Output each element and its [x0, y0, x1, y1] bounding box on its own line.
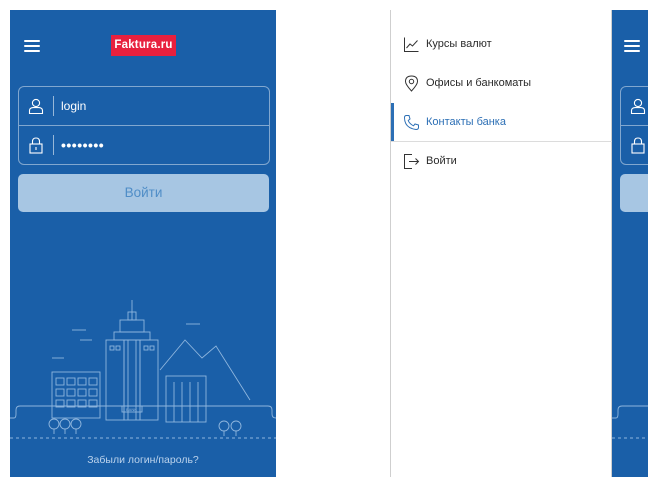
city-illustration-partial	[612, 405, 648, 439]
login-screen: Faktura.ru login •••••••• Войти BANK Заб…	[10, 10, 276, 477]
chart-line-icon	[404, 37, 419, 52]
city-illustration: BANK	[10, 300, 276, 439]
login-screen-partial	[612, 10, 648, 477]
side-menu: Курсы валют Офисы и банкоматы Контакты б…	[390, 10, 612, 477]
menu-item-login[interactable]: Войти	[391, 142, 612, 181]
field-divider	[621, 125, 648, 126]
faktura-logo: Faktura.ru	[111, 35, 176, 56]
user-icon	[28, 98, 44, 115]
bank-sign: BANK	[126, 407, 137, 412]
password-field[interactable]: ••••••••	[19, 126, 269, 164]
lock-icon	[29, 137, 43, 154]
menu-item-label: Офисы и банкоматы	[426, 77, 532, 89]
menu-item-label: Курсы валют	[426, 38, 492, 50]
login-arrow-icon	[404, 154, 420, 169]
menu-item-exchange-rates[interactable]: Курсы валют	[391, 25, 612, 64]
menu-item-offices-atms[interactable]: Офисы и банкоматы	[391, 64, 612, 103]
login-form-partial	[620, 86, 648, 165]
field-separator	[53, 135, 54, 155]
lock-icon	[631, 137, 645, 154]
password-value[interactable]: ••••••••	[61, 126, 104, 164]
username-field[interactable]: login	[19, 87, 269, 126]
login-button[interactable]: Войти	[18, 174, 269, 212]
login-button-partial[interactable]	[620, 174, 648, 212]
user-icon	[630, 98, 646, 115]
hamburger-menu-icon[interactable]	[24, 40, 40, 52]
menu-item-label: Контакты банка	[426, 116, 506, 128]
forgot-password-link[interactable]: Забыли логин/пароль?	[10, 454, 276, 466]
field-separator	[53, 96, 54, 116]
login-form: login ••••••••	[18, 86, 270, 165]
hamburger-menu-icon[interactable]	[624, 40, 640, 52]
menu-item-bank-contacts[interactable]: Контакты банка	[391, 103, 612, 142]
map-pin-icon	[404, 75, 419, 92]
username-value[interactable]: login	[61, 87, 86, 125]
menu-item-label: Войти	[426, 155, 457, 167]
phone-icon	[403, 115, 419, 131]
active-indicator	[391, 103, 394, 142]
